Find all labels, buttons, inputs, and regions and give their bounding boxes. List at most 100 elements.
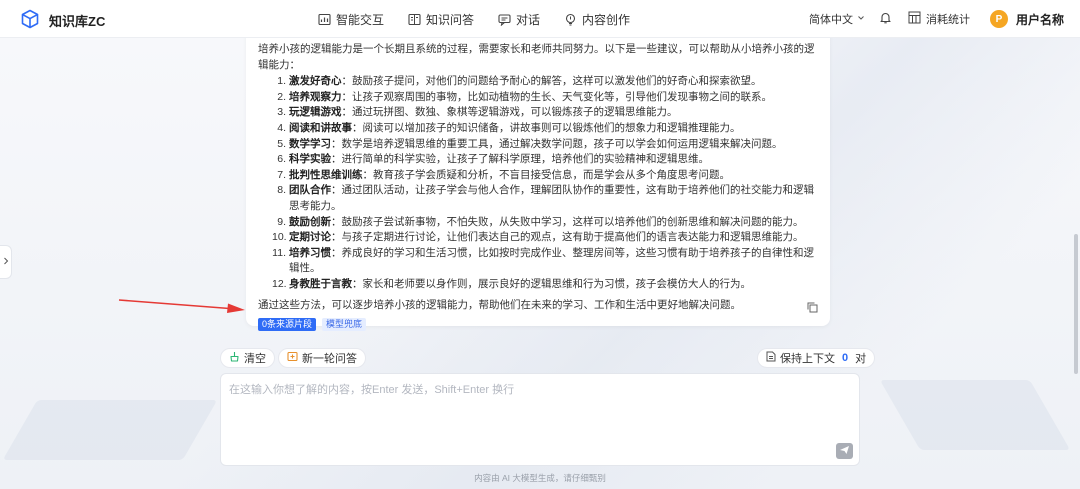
list-item: 1. 激发好奇心：鼓励孩子提问，对他们的问题给予耐心的解答，这样可以激发他们的好奇… bbox=[272, 74, 818, 90]
item-title: 培养习惯 bbox=[289, 246, 331, 259]
nav-item-smart-interaction[interactable]: 智能交互 bbox=[318, 11, 384, 28]
list-item: 11. 培养习惯：养成良好的学习和生活习惯，比如按时完成作业、整理房间等，这些习惯… bbox=[272, 246, 818, 277]
list-item: 3. 玩逻辑游戏：通过玩拼图、数独、象棋等逻辑游戏，可以锻炼孩子的逻辑思维能力。 bbox=[272, 105, 818, 121]
annotation-arrow-icon bbox=[118, 298, 246, 317]
keep-context-toggle[interactable]: 保持上下文 0 对 bbox=[757, 348, 876, 368]
answer-summary: 通过这些方法，可以逐步培养小孩的逻辑能力，帮助他们在未来的学习、工作和生活中更好… bbox=[258, 298, 741, 311]
context-count: 0 bbox=[842, 352, 849, 364]
background-decoration bbox=[2, 400, 218, 460]
main-nav: 智能交互 知识问答 对话 内容创作 bbox=[318, 0, 630, 38]
notification-bell[interactable] bbox=[879, 11, 892, 27]
source-fragments-tag[interactable]: 0条来源片段 bbox=[258, 318, 317, 332]
item-number: 3. bbox=[277, 106, 286, 119]
item-number: 7. bbox=[277, 168, 286, 181]
item-title: 培养观察力 bbox=[289, 90, 342, 103]
send-button[interactable] bbox=[836, 443, 853, 459]
item-text: ：通过团队活动，让孩子学会与他人合作，理解团队协作的重要性，这有助于培养他们的社… bbox=[289, 184, 814, 212]
avatar: P bbox=[989, 10, 1008, 28]
nav-item-knowledge-qa[interactable]: 知识问答 bbox=[408, 11, 474, 28]
item-title: 身教胜于言教 bbox=[289, 277, 352, 290]
stats-grid-icon bbox=[908, 11, 921, 27]
list-item: 5. 数学学习：数学是培养逻辑思维的重要工具，通过解决数学问题，孩子可以学会如何运… bbox=[272, 137, 818, 153]
item-title: 团队合作 bbox=[289, 184, 331, 197]
answer-card: 培养小孩的逻辑能力是一个长期且系统的过程，需要家长和老师共同努力。以下是一些建议… bbox=[246, 28, 830, 332]
user-name: 用户名称 bbox=[1015, 12, 1064, 27]
bulb-icon bbox=[564, 13, 577, 26]
chart-board-icon bbox=[318, 13, 331, 26]
item-text: ：与孩子定期进行讨论，让他们表达自己的观点，这有助于提高他们的语言表达能力和逻辑… bbox=[331, 231, 804, 244]
chevron-right-icon bbox=[3, 257, 9, 267]
new-round-button[interactable]: 新一轮问答 bbox=[278, 348, 366, 368]
item-title: 科学实验 bbox=[289, 153, 331, 166]
list-item: 4. 阅读和讲故事：阅读可以增加孩子的知识储备，讲故事则可以锻炼他们的想象力和逻辑… bbox=[272, 121, 818, 137]
item-title: 激发好奇心 bbox=[289, 75, 342, 88]
item-text: ：鼓励孩子提问，对他们的问题给予耐心的解答，这样可以激发他们的好奇心和探索欲望。 bbox=[341, 75, 762, 88]
item-text: ：进行简单的科学实验，让孩子了解科学原理，培养他们的实验精神和逻辑思维。 bbox=[331, 153, 709, 166]
send-icon bbox=[839, 444, 850, 458]
nav-label: 智能交互 bbox=[336, 12, 385, 27]
item-text: ：通过玩拼图、数独、象棋等逻辑游戏，可以锻炼孩子的逻辑思维能力。 bbox=[341, 106, 678, 119]
item-text: ：数学是培养逻辑思维的重要工具，通过解决数学问题，孩子可以学会如何运用逻辑来解决… bbox=[331, 137, 783, 150]
bell-icon bbox=[879, 12, 892, 27]
model-fallback-tag: 模型兜底 bbox=[322, 318, 367, 332]
scrollbar-thumb[interactable] bbox=[1074, 234, 1078, 374]
item-text: ：教育孩子学会质疑和分析，不盲目接受信息，而是学会从多个角度思考问题。 bbox=[362, 168, 731, 181]
item-number: 4. bbox=[277, 121, 286, 134]
item-title: 阅读和讲故事 bbox=[289, 121, 352, 134]
scrollbar[interactable] bbox=[1072, 38, 1080, 489]
nav-item-chat[interactable]: 对话 bbox=[498, 11, 540, 28]
app-title: 知识库ZC bbox=[49, 14, 106, 29]
list-item: 12. 身教胜于言教：家长和老师要以身作则，展示良好的逻辑思维和行为习惯，孩子会模… bbox=[272, 277, 818, 293]
item-text: ：养成良好的学习和生活习惯，比如按时完成作业、整理房间等，这些习惯有助于培养孩子… bbox=[289, 246, 814, 275]
list-item: 9. 鼓励创新：鼓励孩子尝试新事物，不怕失败，从失败中学习，这样可以培养他们的创新… bbox=[272, 215, 818, 231]
item-number: 12. bbox=[272, 277, 287, 290]
sidebar-toggle[interactable] bbox=[0, 245, 12, 279]
clear-label: 清空 bbox=[244, 353, 266, 365]
header-right: 简体中文 消耗统计 P 用户名称 bbox=[809, 0, 1064, 38]
language-selector[interactable]: 简体中文 bbox=[809, 11, 865, 27]
chevron-down-icon bbox=[857, 13, 865, 25]
book-icon bbox=[408, 13, 421, 26]
new-round-label: 新一轮问答 bbox=[302, 353, 357, 365]
question-input-box bbox=[220, 373, 860, 466]
question-input[interactable] bbox=[221, 374, 859, 465]
item-title: 定期讨论 bbox=[289, 231, 331, 244]
nav-label: 知识问答 bbox=[426, 12, 475, 27]
broom-icon bbox=[229, 351, 240, 365]
item-title: 数学学习 bbox=[289, 137, 331, 150]
list-item: 2. 培养观察力：让孩子观察周围的事物，比如动植物的生长、天气变化等，引导他们发现… bbox=[272, 90, 818, 106]
list-item: 7. 批判性思维训练：教育孩子学会质疑和分析，不盲目接受信息，而是学会从多个角度思… bbox=[272, 168, 818, 184]
document-icon bbox=[766, 351, 776, 365]
answer-intro: 培养小孩的逻辑能力是一个长期且系统的过程，需要家长和老师共同努力。以下是一些建议… bbox=[258, 43, 815, 71]
clear-button[interactable]: 清空 bbox=[220, 348, 275, 368]
nav-item-content-creation[interactable]: 内容创作 bbox=[564, 11, 630, 28]
item-number: 11. bbox=[272, 246, 286, 259]
top-bar: 知识库ZC 智能交互 知识问答 对话 内容创作 简体中文 消耗统计 P 用户名称 bbox=[0, 0, 1080, 38]
context-unit: 对 bbox=[855, 353, 867, 365]
answer-list: 1. 激发好奇心：鼓励孩子提问，对他们的问题给予耐心的解答，这样可以激发他们的好奇… bbox=[272, 74, 818, 292]
cube-logo-icon bbox=[20, 9, 40, 32]
item-title: 玩逻辑游戏 bbox=[289, 106, 342, 119]
chat-icon bbox=[498, 13, 511, 26]
item-number: 6. bbox=[277, 153, 286, 166]
answer-tags: 0条来源片段 模型兜底 bbox=[258, 318, 818, 332]
list-item: 8. 团队合作：通过团队活动，让孩子学会与他人合作，理解团队协作的重要性，这有助于… bbox=[272, 183, 818, 214]
item-text: ：鼓励孩子尝试新事物，不怕失败，从失败中学习，这样可以培养他们的创新思维和解决问… bbox=[331, 215, 804, 228]
item-number: 8. bbox=[277, 184, 286, 197]
app-logo[interactable]: 知识库ZC bbox=[20, 9, 105, 32]
usage-stats-link[interactable]: 消耗统计 bbox=[908, 11, 970, 27]
item-number: 9. bbox=[277, 215, 286, 228]
list-item: 10. 定期讨论：与孩子定期进行讨论，让他们表达自己的观点，这有助于提高他们的语言… bbox=[272, 230, 818, 246]
item-title: 批判性思维训练 bbox=[289, 168, 363, 181]
user-menu[interactable]: P 用户名称 bbox=[989, 10, 1064, 28]
ai-disclaimer: 内容由 AI 大模型生成，请仔细甄别 bbox=[474, 473, 606, 483]
item-text: ：家长和老师要以身作则，展示良好的逻辑思维和行为习惯，孩子会模仿大人的行为。 bbox=[352, 277, 751, 290]
keep-context-label: 保持上下文 bbox=[780, 353, 835, 365]
copy-icon[interactable] bbox=[807, 302, 818, 319]
list-item: 6. 科学实验：进行简单的科学实验，让孩子了解科学原理，培养他们的实验精神和逻辑思… bbox=[272, 152, 818, 168]
item-number: 10. bbox=[272, 231, 287, 244]
item-text: ：阅读可以增加孩子的知识储备，讲故事则可以锻炼他们的想象力和逻辑推理能力。 bbox=[352, 121, 741, 134]
language-label: 简体中文 bbox=[808, 14, 853, 26]
item-number: 5. bbox=[277, 137, 286, 150]
new-chat-icon bbox=[287, 351, 298, 365]
